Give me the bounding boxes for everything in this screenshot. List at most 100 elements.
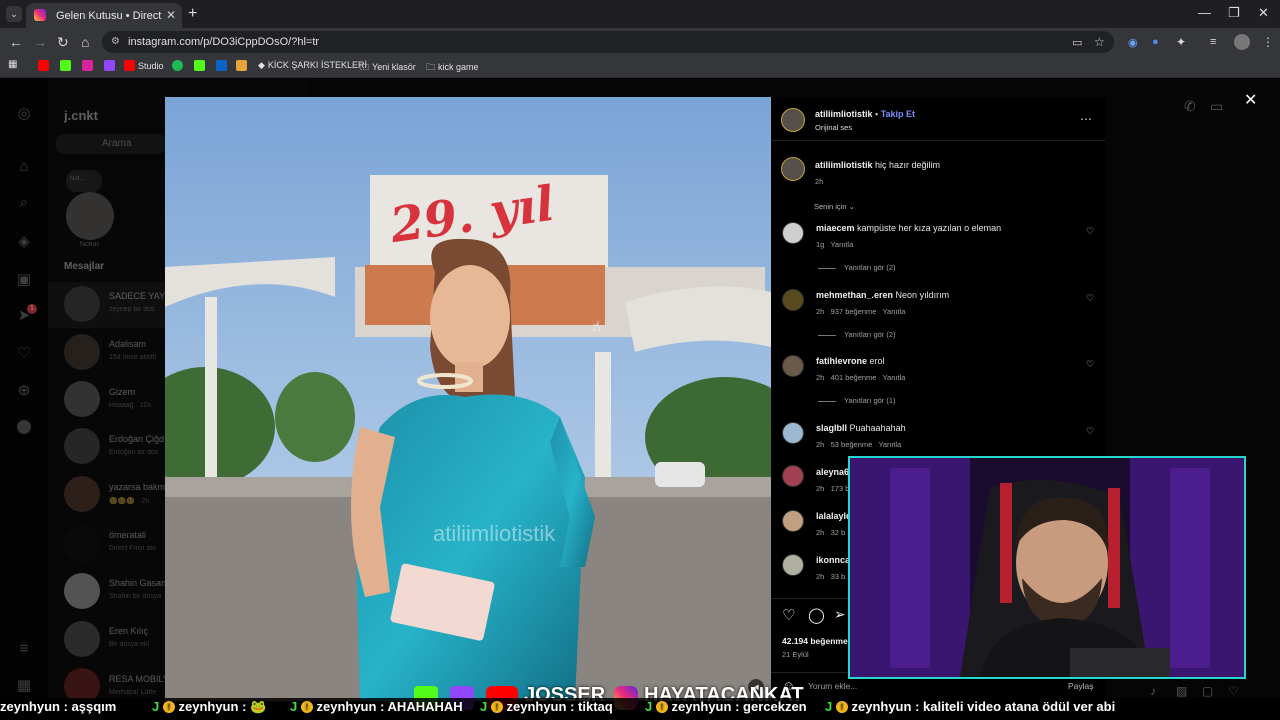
call-icon[interactable]: ✆ [1184,98,1196,115]
explore-icon[interactable]: ◈ [14,232,34,252]
author-username[interactable]: atiliimliotistik [815,109,873,119]
conversation-name[interactable]: yazarsa bakm [109,482,165,492]
reply-button[interactable]: Yanıtla [830,240,853,249]
conversation-name[interactable]: Gizem [109,387,135,397]
note-avatar[interactable] [66,192,114,240]
conversation-name[interactable]: Erdoğan Çiğd [109,434,164,444]
image-icon[interactable]: ▨ [1176,684,1187,698]
extension-icon[interactable]: ◉ [1128,36,1138,49]
install-app-icon[interactable]: ▭ [1072,36,1082,49]
bookmark-icon[interactable] [236,60,250,71]
comment-username[interactable]: lalalayld [816,511,852,521]
avatar[interactable] [64,621,100,657]
view-replies-button[interactable]: Yanıtları gör (2) [818,263,896,272]
create-icon[interactable]: ⊕ [14,381,34,401]
bookmark-star-icon[interactable]: ☆ [1094,35,1105,49]
comment-likes[interactable]: 401 beğenme [831,373,877,382]
view-replies-button[interactable]: Yanıtları gör (2) [818,330,896,339]
heart-icon[interactable]: ♡ [14,344,34,364]
caption-username[interactable]: atiliimliotistik [815,160,873,170]
spotify-bookmark-icon[interactable] [172,60,186,71]
kick-bookmark-icon[interactable] [60,60,74,71]
comment-username[interactable]: mehmethan_.eren [816,290,893,300]
twitch-bookmark-icon[interactable] [104,60,118,71]
share-send-icon[interactable]: ➢ [834,606,846,623]
note-bubble[interactable]: Not... [66,170,102,192]
view-replies-button[interactable]: Yanıtları gör (1) [818,396,896,405]
bookmark-studio[interactable]: Studio [124,60,164,71]
close-modal-icon[interactable]: ✕ [1244,90,1257,110]
author-avatar[interactable] [781,108,805,132]
share-comment-button[interactable]: Paylaş [1068,681,1094,691]
youtube-bookmark-icon[interactable] [38,60,52,71]
microphone-icon[interactable]: ♪ [1150,684,1156,698]
sort-dropdown[interactable]: Senin için ⌄ [814,202,855,211]
comment-input[interactable]: Yorum ekle... [808,681,857,691]
comment-likes[interactable]: 173 b [831,484,850,493]
avatar[interactable] [64,573,100,609]
bookmark-folder-yeni[interactable]: 🗀 Yeni klasör [360,60,416,76]
sticker-icon[interactable]: ▢ [1202,684,1213,698]
commenter-avatar[interactable] [782,554,804,576]
comment-likes[interactable]: 32 b [831,528,846,537]
conversation-name[interactable]: RESA MOBILY [109,674,169,684]
meta-grid-icon[interactable]: ▦ [14,676,34,696]
profile-avatar[interactable] [1234,34,1250,50]
avatar[interactable] [64,476,100,512]
comment-username[interactable]: miaecem [816,223,855,233]
reply-button[interactable]: Yanıtla [883,373,906,382]
reels-icon[interactable]: ▣ [14,270,34,290]
video-call-icon[interactable]: ▭ [1210,98,1223,115]
kick-bookmark-icon[interactable] [194,60,208,71]
profile-avatar[interactable] [17,420,31,434]
likes-count[interactable]: 42.194 beğenme [782,636,848,646]
commenter-avatar[interactable] [782,465,804,487]
minimize-icon[interactable]: — [1198,5,1211,20]
reading-list-icon[interactable]: ≡ [1210,36,1216,48]
extensions-puzzle-icon[interactable]: ✦ [1176,35,1186,49]
bookmark-kick-sarki[interactable]: ◆ KİCK ŞARKI İSTEKLERİ [258,60,367,71]
commenter-avatar[interactable] [782,222,804,244]
comment-likes[interactable]: 33 b [831,572,846,581]
commenter-avatar[interactable] [782,289,804,311]
inbox-username[interactable]: j.cnkt [64,108,98,123]
conversation-name[interactable]: Adalisam [109,339,146,349]
commenter-avatar[interactable] [782,422,804,444]
menu-icon[interactable]: ⋮ [1262,35,1274,49]
window-close-icon[interactable]: ✕ [1258,5,1269,21]
comment-username[interactable]: ikonnca [816,555,850,565]
conversation-name[interactable]: Shahin Gasan [109,578,166,588]
more-menu-icon[interactable]: ≡ [14,640,34,660]
audio-label[interactable]: Orijinal ses [815,123,852,132]
avatar[interactable] [64,381,100,417]
browser-tab[interactable]: Gelen Kutusu • Direct ✕ [26,3,182,28]
apps-grid-icon[interactable]: ▦ [8,59,17,70]
avatar[interactable] [64,286,100,322]
like-comment-icon[interactable]: ♡ [1086,226,1094,237]
comment-username[interactable]: aleyna6 [816,467,849,477]
commenter-avatar[interactable] [782,510,804,532]
extension-icon[interactable]: ● [1152,36,1159,48]
comment-bubble-icon[interactable]: ◯ [808,606,825,624]
search-icon[interactable]: ⌕ [14,194,34,214]
maximize-icon[interactable]: ❐ [1228,5,1240,21]
reload-icon[interactable]: ↻ [57,34,69,51]
comment-username[interactable]: slaglbll [816,423,847,433]
forward-icon[interactable]: → [33,34,47,50]
new-tab-icon[interactable]: + [188,5,197,23]
home-icon[interactable]: ⌂ [14,158,34,178]
back-icon[interactable]: ← [9,34,23,50]
instagram-logo-icon[interactable]: ◎ [14,104,34,124]
tab-search-button[interactable]: ⌄ [6,6,22,22]
conversation-name[interactable]: Eren Kılıç [109,626,148,636]
conversation-name[interactable]: SADECE YAYI [109,291,168,301]
reply-button[interactable]: Yanıtla [883,307,906,316]
commenter-avatar[interactable] [782,355,804,377]
more-options-icon[interactable]: ⋯ [1080,112,1092,126]
reply-button[interactable]: Yanıtla [878,440,901,449]
comment-likes[interactable]: 53 beğenme [831,440,873,449]
author-avatar[interactable] [781,157,805,181]
outlook-bookmark-icon[interactable] [216,60,230,71]
tab-close-icon[interactable]: ✕ [166,8,176,22]
avatar[interactable] [64,334,100,370]
